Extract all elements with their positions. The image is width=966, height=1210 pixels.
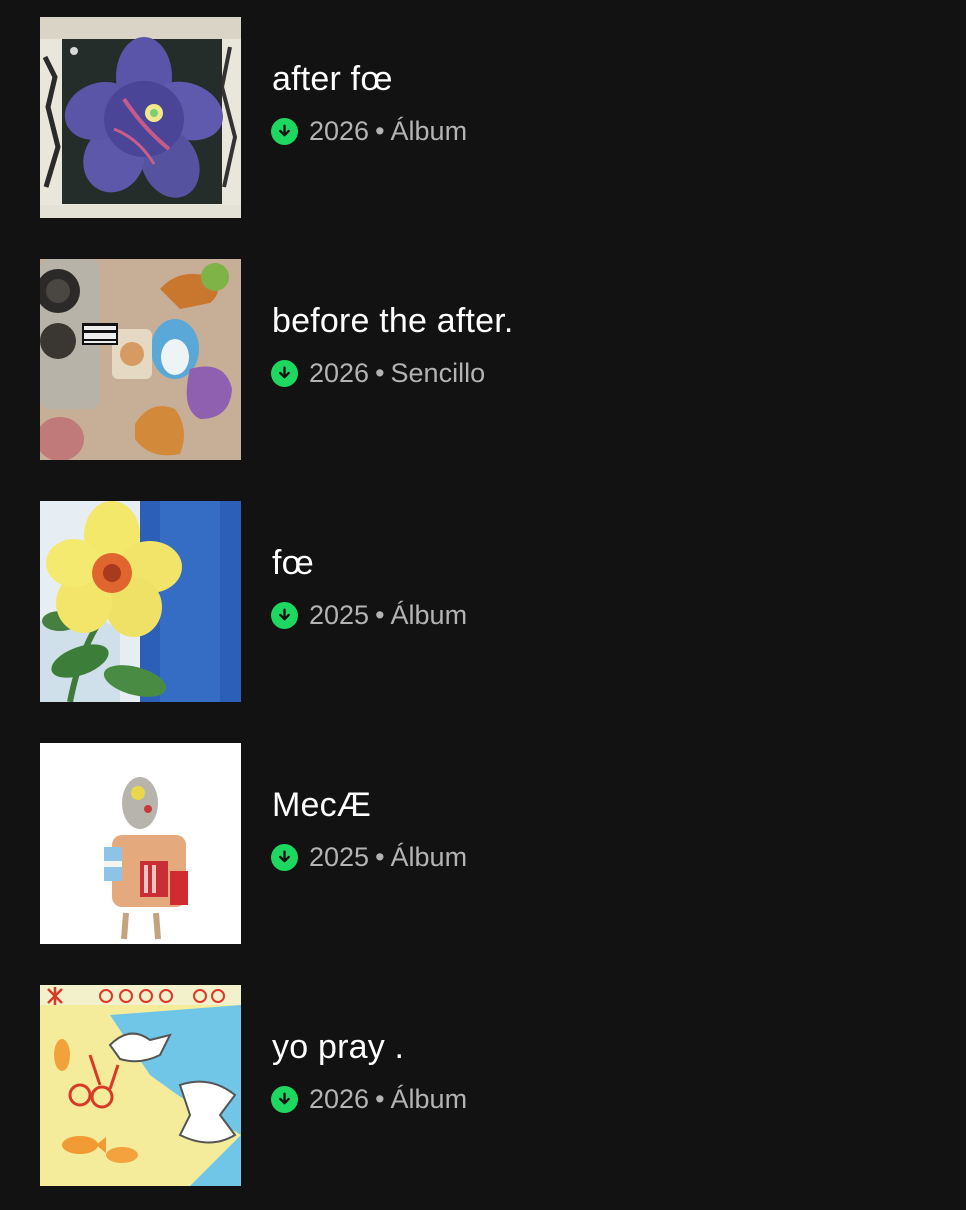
item-year: 2025 [309, 841, 370, 872]
item-title: after fœ [272, 60, 393, 98]
item-meta: 2026 • Álbum [271, 114, 467, 148]
item-type: Álbum [390, 841, 468, 872]
library-list: after fœ 2026 • Álbum before the after. … [0, 0, 966, 1200]
list-item[interactable]: fœ 2025 • Álbum [0, 484, 966, 726]
list-item[interactable]: MecÆ 2025 • Álbum [0, 726, 966, 968]
meta-separator: • [375, 1083, 385, 1114]
download-icon [271, 843, 298, 871]
download-icon [271, 601, 298, 629]
list-item[interactable]: after fœ 2026 • Álbum [0, 0, 966, 242]
meta-separator: • [375, 841, 385, 872]
item-meta: 2026 • Álbum [271, 1082, 467, 1116]
album-cover [40, 17, 241, 218]
item-title: MecÆ [272, 786, 372, 824]
item-year: 2026 [309, 115, 370, 146]
download-icon [271, 1085, 298, 1113]
meta-separator: • [375, 599, 385, 630]
item-year: 2026 [309, 1083, 370, 1114]
item-title: fœ [272, 544, 314, 582]
meta-separator: • [375, 357, 385, 388]
item-year: 2025 [309, 599, 370, 630]
item-year: 2026 [309, 357, 370, 388]
download-icon [271, 117, 298, 145]
item-meta: 2025 • Álbum [271, 840, 467, 874]
item-type: Álbum [390, 1083, 468, 1114]
item-type: Álbum [390, 115, 468, 146]
meta-separator: • [375, 115, 385, 146]
download-icon [271, 359, 298, 387]
item-title: yo pray . [272, 1028, 405, 1066]
album-cover [40, 743, 241, 944]
album-cover [40, 259, 241, 460]
list-item[interactable]: yo pray . 2026 • Álbum [0, 968, 966, 1210]
album-cover [40, 501, 241, 702]
item-type: Álbum [390, 599, 468, 630]
item-type: Sencillo [390, 357, 486, 388]
item-meta: 2025 • Álbum [271, 598, 467, 632]
item-meta: 2026 • Sencillo [271, 356, 485, 390]
item-title: before the after. [272, 302, 514, 340]
list-item[interactable]: before the after. 2026 • Sencillo [0, 242, 966, 484]
album-cover [40, 985, 241, 1186]
